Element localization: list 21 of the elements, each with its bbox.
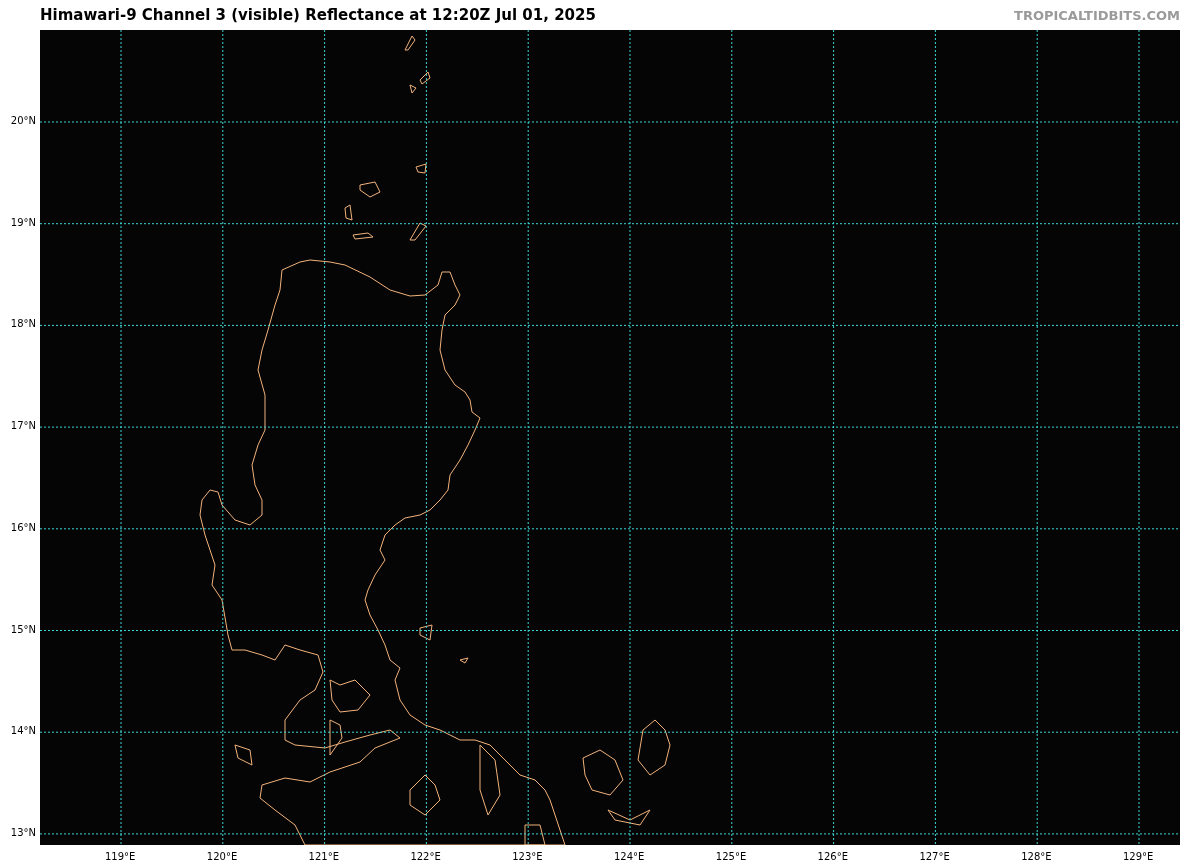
longitude-label: 124°E [614, 851, 645, 862]
site-credit: TROPICALTIDBITS.COM [1014, 7, 1180, 23]
latitude-label: 19°N [10, 216, 36, 228]
longitude-label: 122°E [410, 851, 441, 862]
longitude-label: 126°E [817, 851, 848, 862]
latitude-label: 17°N [10, 420, 36, 432]
latitude-label: 13°N [10, 826, 36, 838]
latitude-label: 15°N [10, 623, 36, 635]
latitude-label: 18°N [10, 318, 36, 330]
latitude-label: 14°N [10, 725, 36, 737]
latitude-label: 20°N [10, 115, 36, 126]
longitude-label: 119°E [105, 851, 136, 862]
longitude-label: 128°E [1021, 851, 1052, 862]
chart-title: Himawari-9 Channel 3 (visible) Reflectance at 12:20Z Jul 01, 2025 [40, 6, 596, 24]
longitude-label: 120°E [206, 851, 238, 862]
longitude-label: 121°E [308, 851, 339, 862]
longitude-label: 129°E [1123, 851, 1154, 862]
longitude-label: 127°E [919, 851, 950, 862]
longitude-label: 123°E [512, 851, 543, 862]
longitude-label: 125°E [715, 851, 747, 862]
latitude-label: 16°N [10, 521, 36, 533]
